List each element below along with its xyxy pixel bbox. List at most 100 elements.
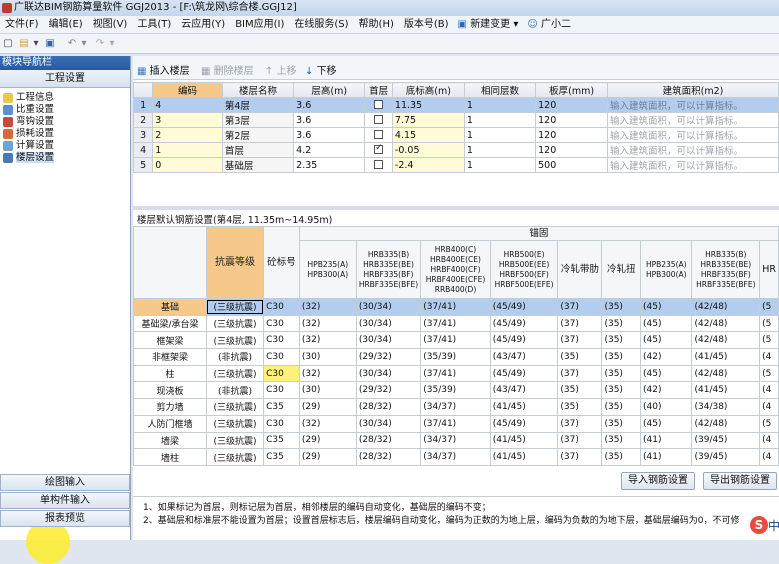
anchor-value-cell[interactable]: (37/41) (420, 331, 491, 350)
anchor-value-cell[interactable]: (41) (640, 431, 693, 450)
same-floor-count-cell[interactable]: 1 (463, 157, 537, 173)
rebar-col-header[interactable]: 冷轧扭 (601, 240, 642, 299)
anchor-value-cell[interactable]: (29/32) (355, 381, 422, 400)
anchor-value-cell[interactable]: (35) (557, 398, 603, 416)
floor-code-cell[interactable]: 1 (152, 142, 223, 158)
anchor-value-cell[interactable]: (35) (601, 381, 642, 400)
anchor-value-cell[interactable]: (4 (759, 448, 779, 466)
report-preview-button[interactable]: 报表预览 (0, 510, 130, 527)
col-header-height[interactable]: 层高(m) (293, 82, 366, 98)
anchor-value-cell[interactable]: (34/37) (420, 431, 491, 450)
anchor-value-cell[interactable]: (35) (557, 381, 603, 400)
floor-code-cell[interactable]: 0 (152, 157, 223, 173)
undo-dropdown-icon[interactable]: ▾ (78, 38, 90, 50)
concrete-header[interactable]: 砼标号 (263, 226, 300, 299)
anchor-value-cell[interactable]: (42/48) (691, 364, 761, 383)
anchor-value-cell[interactable]: (41/45) (691, 348, 761, 366)
anchor-value-cell[interactable]: (30) (298, 381, 357, 400)
anchor-value-cell[interactable]: (29) (298, 448, 357, 466)
anchor-value-cell[interactable]: (37) (557, 314, 603, 333)
anchor-value-cell[interactable]: (37) (557, 414, 603, 433)
rebar-col-header[interactable]: HR (759, 240, 779, 299)
floor-row[interactable]: 1 4 第4层 3.6 11.35 1 120 输入建筑面积，可以计算指标。 (132, 97, 779, 113)
redo-icon[interactable]: ↷ (94, 38, 106, 50)
nav-item-project-info[interactable]: 工程信息 (0, 92, 130, 104)
anchor-value-cell[interactable]: (41/45) (489, 448, 559, 466)
insert-floor-button[interactable]: ▦ 插入楼层 (137, 62, 190, 77)
bottom-elevation-cell[interactable]: 11.35 (391, 97, 465, 113)
anchor-value-cell[interactable]: (39/45) (691, 448, 761, 466)
menu-tools[interactable]: 工具(T) (132, 16, 176, 33)
menu-version[interactable]: 版本号(B) (399, 16, 454, 33)
anchor-value-cell[interactable]: (30/34) (355, 298, 422, 316)
anchor-value-cell[interactable]: (37) (557, 448, 603, 466)
concrete-grade-cell[interactable]: C35 (263, 398, 300, 416)
rebar-col-header[interactable]: HPB235(A) HPB300(A) (298, 240, 357, 299)
anchor-value-cell[interactable]: (29/32) (355, 348, 422, 366)
anchor-value-cell[interactable]: (35) (601, 398, 642, 416)
first-floor-cell[interactable] (364, 97, 393, 113)
slab-thickness-cell[interactable]: 120 (535, 142, 609, 158)
export-rebar-button[interactable]: 导出钢筋设置 (703, 472, 777, 490)
save-icon[interactable]: ▣ (44, 38, 56, 50)
checkbox-icon[interactable] (374, 159, 384, 169)
menu-edit[interactable]: 编辑(E) (44, 16, 88, 33)
single-component-input-button[interactable]: 单构件输入 (0, 492, 130, 509)
open-folder-icon[interactable]: ▤ (18, 38, 30, 50)
rebar-row[interactable]: 基础 (三级抗震) C30 (32) (30/34) (37/41) (45/49) (37)… (133, 298, 779, 316)
anchor-value-cell[interactable]: (45) (640, 314, 693, 333)
building-area-cell[interactable]: 输入建筑面积，可以计算指标。 (607, 112, 779, 128)
slab-thickness-cell[interactable]: 120 (535, 97, 609, 113)
floor-row[interactable]: 3 2 第2层 3.6 4.15 1 120 输入建筑面积，可以计算指标。 (132, 127, 779, 143)
col-header-thick[interactable]: 板厚(mm) (535, 82, 609, 98)
anchor-value-cell[interactable]: (5 (759, 331, 779, 350)
seismic-grade-cell[interactable]: (三级抗震) (205, 448, 265, 466)
move-up-button[interactable]: ↑ 上移 (265, 62, 297, 77)
anchor-value-cell[interactable]: (42/48) (691, 331, 761, 350)
col-header-bottom[interactable]: 底标高(m) (391, 82, 465, 98)
first-floor-cell[interactable] (364, 127, 393, 143)
anchor-value-cell[interactable]: (29) (298, 431, 357, 450)
anchor-value-cell[interactable]: (40) (640, 398, 693, 416)
concrete-grade-cell[interactable]: C30 (263, 381, 300, 400)
concrete-grade-cell[interactable]: C30 (263, 298, 300, 316)
bottom-elevation-cell[interactable]: -2.4 (391, 157, 465, 173)
menu-online[interactable]: 在线服务(S) (289, 16, 353, 33)
anchor-value-cell[interactable]: (30/34) (355, 364, 422, 383)
panel-splitter[interactable] (133, 206, 779, 210)
new-change-button[interactable]: ▣ 新建变更 ▾ (454, 16, 523, 33)
rebar-row[interactable]: 柱 (三级抗震) C30 (32) (30/34) (37/41) (45/49) (37)(… (133, 364, 779, 383)
anchor-value-cell[interactable]: (35) (601, 348, 642, 366)
floor-height-cell[interactable]: 2.35 (293, 157, 366, 173)
anchor-value-cell[interactable]: (45/49) (489, 298, 559, 316)
concrete-grade-cell[interactable]: C30 (263, 314, 300, 333)
slab-thickness-cell[interactable]: 500 (535, 157, 609, 173)
anchor-value-cell[interactable]: (45/49) (489, 314, 559, 333)
rebar-col-header[interactable]: 冷轧带肋 (557, 240, 603, 299)
rebar-col-header[interactable]: HRB335(B) HRB335E(BE) HRBF335(BF) HRBF33… (355, 240, 422, 299)
floor-code-cell[interactable]: 4 (152, 97, 223, 113)
anchor-value-cell[interactable]: (32) (298, 414, 357, 433)
anchor-value-cell[interactable]: (39/45) (691, 431, 761, 450)
slab-thickness-cell[interactable]: 120 (535, 112, 609, 128)
building-area-cell[interactable]: 输入建筑面积，可以计算指标。 (607, 157, 779, 173)
anchor-value-cell[interactable]: (32) (298, 364, 357, 383)
anchor-value-cell[interactable]: (43/47) (489, 348, 559, 366)
floor-name-cell[interactable]: 第3层 (221, 112, 295, 128)
anchor-value-cell[interactable]: (35) (557, 348, 603, 366)
rebar-row[interactable]: 人防门框墙 (三级抗震) C30 (32) (30/34) (37/41) (45/49)(… (133, 414, 779, 433)
new-file-icon[interactable]: ▢ (2, 38, 14, 50)
checkbox-icon[interactable] (374, 99, 384, 109)
seismic-grade-cell[interactable]: (三级抗震) (205, 364, 265, 383)
bottom-elevation-cell[interactable]: 7.75 (391, 112, 465, 128)
floor-row[interactable]: 2 3 第3层 3.6 7.75 1 120 输入建筑面积，可以计算指标。 (132, 112, 779, 128)
move-down-button[interactable]: ↓ 下移 (305, 62, 337, 77)
checkbox-checked-icon[interactable] (374, 144, 384, 154)
anchor-value-cell[interactable]: (35/39) (420, 348, 491, 366)
checkbox-icon[interactable] (374, 129, 384, 139)
floor-height-cell[interactable]: 3.6 (293, 127, 366, 143)
floor-height-cell[interactable]: 4.2 (293, 142, 366, 158)
anchor-value-cell[interactable]: (37/41) (420, 298, 491, 316)
col-header-first[interactable]: 首层 (364, 82, 393, 98)
rebar-row[interactable]: 框架梁 (三级抗震) C30 (32) (30/34) (37/41) (45/49) (37… (133, 331, 779, 350)
